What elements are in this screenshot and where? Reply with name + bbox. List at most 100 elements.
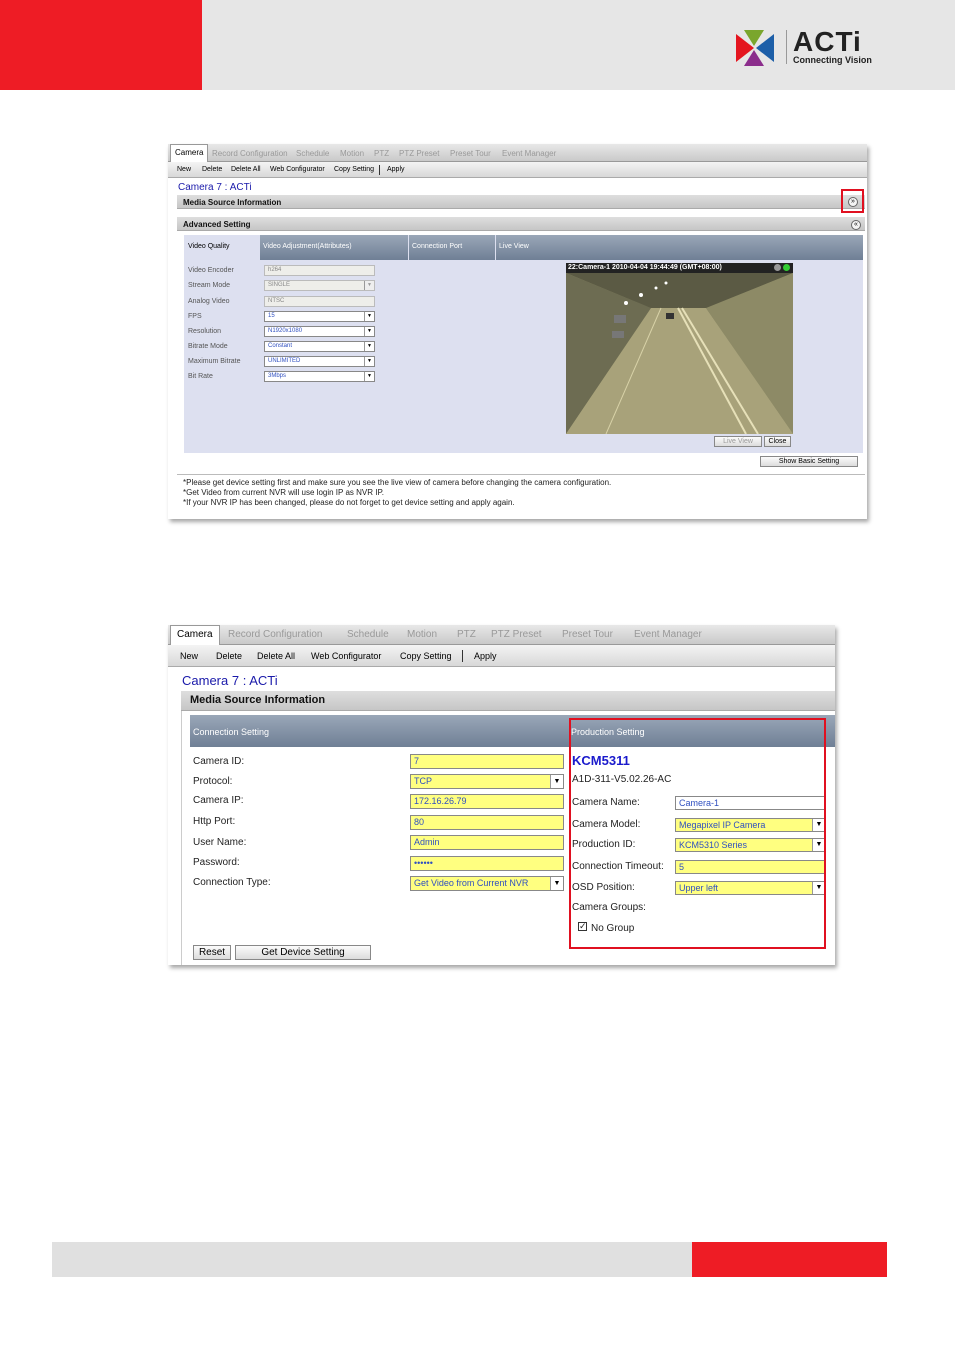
production-highlight (569, 718, 826, 949)
delete-button[interactable]: Delete (216, 651, 242, 661)
live-view-caption: 22:Camera-1 2010-04-04 19:44:49 (GMT+08:… (568, 264, 722, 271)
tab-ptz-preset[interactable]: PTZ Preset (491, 625, 542, 640)
column-video-quality[interactable]: Video Quality (184, 235, 260, 260)
web-configurator-button[interactable]: Web Configurator (270, 166, 325, 173)
notes-divider (177, 474, 865, 475)
apply-button[interactable]: Apply (387, 166, 405, 173)
fps-select[interactable]: 15 ▼ (264, 311, 375, 322)
stream-mode-select: SINGLE ▼ (264, 280, 375, 291)
maximum-bitrate-label: Maximum Bitrate (188, 358, 241, 365)
delete-all-button[interactable]: Delete All (257, 651, 295, 661)
bitrate-mode-select[interactable]: Constant ▼ (264, 341, 375, 352)
new-button[interactable]: New (180, 651, 198, 661)
media-source-title: Media Source Information (183, 198, 282, 207)
camera-title: Camera 7 : ACTi (178, 182, 252, 193)
chevron-down-icon: ▼ (364, 327, 374, 336)
live-view-frame: 22:Camera-1 2010-04-04 19:44:49 (GMT+08:… (566, 263, 793, 434)
tab-ptz-preset[interactable]: PTZ Preset (399, 144, 439, 158)
video-encoder-label: Video Encoder (188, 267, 234, 274)
logo-tagline: Connecting Vision (793, 55, 872, 65)
record-icon[interactable] (783, 264, 790, 271)
chevron-down-icon: ▼ (364, 372, 374, 381)
fps-label: FPS (188, 313, 202, 320)
copy-setting-button[interactable]: Copy Setting (334, 166, 374, 173)
media-source-title: Media Source Information (190, 694, 326, 706)
tab-bar: Camera Record Configuration Schedule Mot… (168, 625, 835, 645)
maximum-bitrate-value: UNLIMITED (268, 358, 301, 364)
screenshot-media-source: Camera Record Configuration Schedule Mot… (168, 625, 835, 965)
stop-icon[interactable] (774, 264, 781, 271)
password-label: Password: (193, 857, 240, 868)
column-video-adjustment[interactable]: Video Adjustment(Attributes) (260, 235, 408, 260)
toolbar: New Delete Delete All Web Configurator C… (168, 162, 867, 178)
stream-mode-label: Stream Mode (188, 282, 231, 289)
column-connection-port[interactable]: Connection Port (409, 235, 495, 260)
media-source-section[interactable]: Media Source Information (177, 195, 865, 209)
column-live-view[interactable]: Live View (496, 235, 863, 260)
live-view-button[interactable]: Live View (714, 436, 762, 447)
camera-id-input[interactable]: 7 (410, 754, 564, 769)
collapse-icon[interactable]: « (851, 220, 861, 230)
note-line-1: *Please get device setting first and mak… (183, 478, 612, 487)
analog-video-label: Analog Video (188, 298, 230, 305)
resolution-select[interactable]: N1920x1080 ▼ (264, 326, 375, 337)
apply-button[interactable]: Apply (474, 651, 497, 661)
tab-schedule[interactable]: Schedule (347, 625, 389, 640)
connection-type-label: Connection Type: (193, 877, 271, 888)
camera-ip-input[interactable]: 172.16.26.79 (410, 794, 564, 809)
toolbar-separator (462, 650, 463, 662)
connection-type-value: Get Video from Current NVR (414, 878, 529, 888)
media-source-section[interactable]: Media Source Information (181, 691, 835, 711)
note-line-2: *Get Video from current NVR will use log… (183, 488, 384, 497)
tab-motion[interactable]: Motion (340, 144, 364, 158)
header-red-block (0, 0, 202, 90)
bit-rate-select[interactable]: 3Mbps ▼ (264, 371, 375, 382)
protocol-select[interactable]: TCP ▼ (410, 774, 564, 789)
http-port-input[interactable]: 80 (410, 815, 564, 830)
reset-button[interactable]: Reset (193, 945, 231, 960)
tab-camera[interactable]: Camera (170, 144, 209, 162)
maximum-bitrate-select[interactable]: UNLIMITED ▼ (264, 356, 375, 367)
tab-preset-tour[interactable]: Preset Tour (450, 144, 491, 158)
delete-button[interactable]: Delete (202, 166, 222, 173)
tab-ptz[interactable]: PTZ (457, 625, 476, 640)
advanced-setting-section[interactable]: Advanced Setting (177, 217, 865, 231)
tunnel-video-image (566, 273, 793, 434)
chevron-down-icon: ▼ (364, 312, 374, 321)
tab-event-manager[interactable]: Event Manager (634, 625, 702, 640)
get-device-setting-button[interactable]: Get Device Setting (235, 945, 371, 960)
bitrate-mode-label: Bitrate Mode (188, 343, 228, 350)
connection-type-select[interactable]: Get Video from Current NVR ▼ (410, 876, 564, 891)
web-configurator-button[interactable]: Web Configurator (311, 651, 381, 661)
copy-setting-button[interactable]: Copy Setting (400, 651, 452, 661)
chevron-down-icon: ▼ (550, 877, 563, 890)
protocol-label: Protocol: (193, 776, 233, 787)
user-name-input[interactable]: Admin (410, 835, 564, 850)
tab-record-configuration[interactable]: Record Configuration (228, 625, 323, 640)
chevron-down-icon: ▼ (364, 281, 374, 290)
connection-setting-header: Connection Setting (190, 715, 568, 747)
resolution-label: Resolution (188, 328, 222, 335)
close-button[interactable]: Close (764, 436, 791, 447)
new-button[interactable]: New (177, 166, 191, 173)
password-input[interactable]: •••••• (410, 856, 564, 871)
analog-video-field: NTSC (264, 296, 375, 307)
advanced-setting-title: Advanced Setting (183, 220, 251, 229)
delete-all-button[interactable]: Delete All (231, 166, 261, 173)
tab-schedule[interactable]: Schedule (296, 144, 329, 158)
tab-ptz[interactable]: PTZ (374, 144, 389, 158)
tab-event-manager[interactable]: Event Manager (502, 144, 556, 158)
tab-camera[interactable]: Camera (170, 625, 220, 645)
tab-motion[interactable]: Motion (407, 625, 437, 640)
tab-record-configuration[interactable]: Record Configuration (212, 144, 288, 158)
tab-preset-tour[interactable]: Preset Tour (562, 625, 613, 640)
screenshot-advanced-setting: Camera Record Configuration Schedule Mot… (168, 144, 867, 519)
show-basic-setting-button[interactable]: Show Basic Setting (760, 456, 858, 467)
chevron-down-icon: ▼ (364, 357, 374, 366)
bit-rate-label: Bit Rate (188, 373, 213, 380)
logo-separator (786, 30, 787, 64)
user-name-label: User Name: (193, 837, 247, 848)
toolbar-separator (379, 165, 380, 175)
expand-icon[interactable]: » (848, 197, 858, 207)
bit-rate-value: 3Mbps (268, 373, 287, 379)
